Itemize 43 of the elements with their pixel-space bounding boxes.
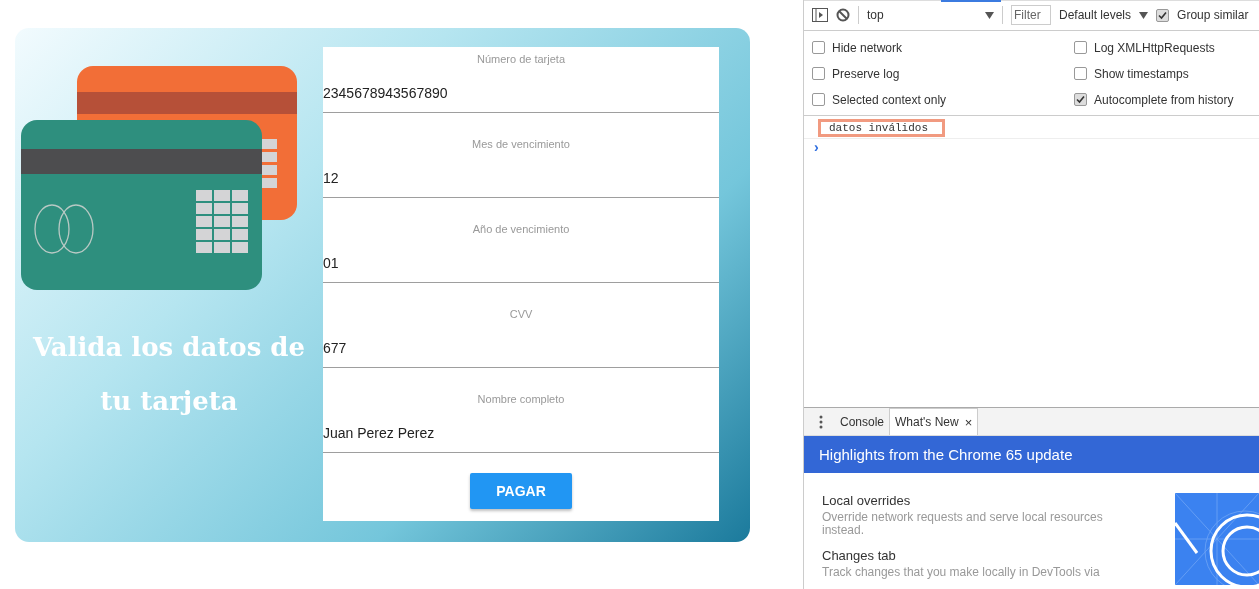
clear-icon[interactable] <box>836 8 850 23</box>
text-field[interactable]: 01 <box>323 244 719 283</box>
checkbox[interactable] <box>1074 67 1087 81</box>
checkbox-label: Group similar <box>1177 8 1249 23</box>
checkbox-label: Preserve log <box>832 66 900 81</box>
field-label: Mes de vencimiento <box>471 137 571 151</box>
tab-indicator <box>941 0 1001 2</box>
caret-icon <box>1139 11 1149 19</box>
caret-icon <box>985 11 994 19</box>
levels-dropdown[interactable]: Default levels <box>1059 8 1132 23</box>
checkbox[interactable] <box>812 67 825 81</box>
feature-description: Track changes that you make locally in DevTools via <box>822 566 1101 579</box>
feature-title[interactable]: Local overrides <box>822 492 1132 509</box>
field-label: Número de tarjeta <box>475 52 566 66</box>
checkbox[interactable] <box>1156 8 1170 22</box>
checkbox-label: Log XMLHttpRequests <box>1094 40 1215 55</box>
text-field[interactable]: 12 <box>323 159 719 198</box>
field-label: CVV <box>508 307 534 321</box>
checkbox[interactable] <box>812 41 825 55</box>
checkbox[interactable] <box>1074 93 1087 107</box>
console-prompt[interactable]: › <box>804 138 822 155</box>
checkbox[interactable] <box>812 93 825 107</box>
checkbox[interactable] <box>1074 41 1087 55</box>
checkbox-label: Hide network <box>832 40 903 55</box>
feature-description: Override network requests and serve local resources instead. <box>822 511 1104 537</box>
context-dropdown[interactable]: top <box>867 8 977 23</box>
drawer-tab[interactable]: What's New × <box>889 408 979 435</box>
feature-title[interactable]: Changes tab <box>822 547 1132 564</box>
console-message: datos inválidos <box>818 119 946 138</box>
heading: Valida los datos de tu tarjeta <box>31 331 307 418</box>
text-field[interactable]: 677 <box>323 329 719 368</box>
checkbox-label: Autocomplete from history <box>1094 92 1234 107</box>
drawer-tab[interactable]: Console <box>835 408 890 435</box>
sidebar-toggle-icon[interactable] <box>812 8 828 23</box>
banner: Highlights from the Chrome 65 update <box>804 436 1259 473</box>
text-field[interactable]: 2345678943567890 <box>323 74 719 113</box>
checkbox-label: Selected context only <box>832 92 947 107</box>
field-label: Nombre completo <box>476 392 566 406</box>
text-field[interactable]: Juan Perez Perez <box>323 414 719 453</box>
field-label: Año de vencimiento <box>471 222 571 236</box>
filter-field[interactable]: Filter <box>1011 5 1051 26</box>
more-icon[interactable] <box>819 414 823 429</box>
checkbox-label: Show timestamps <box>1094 66 1189 81</box>
